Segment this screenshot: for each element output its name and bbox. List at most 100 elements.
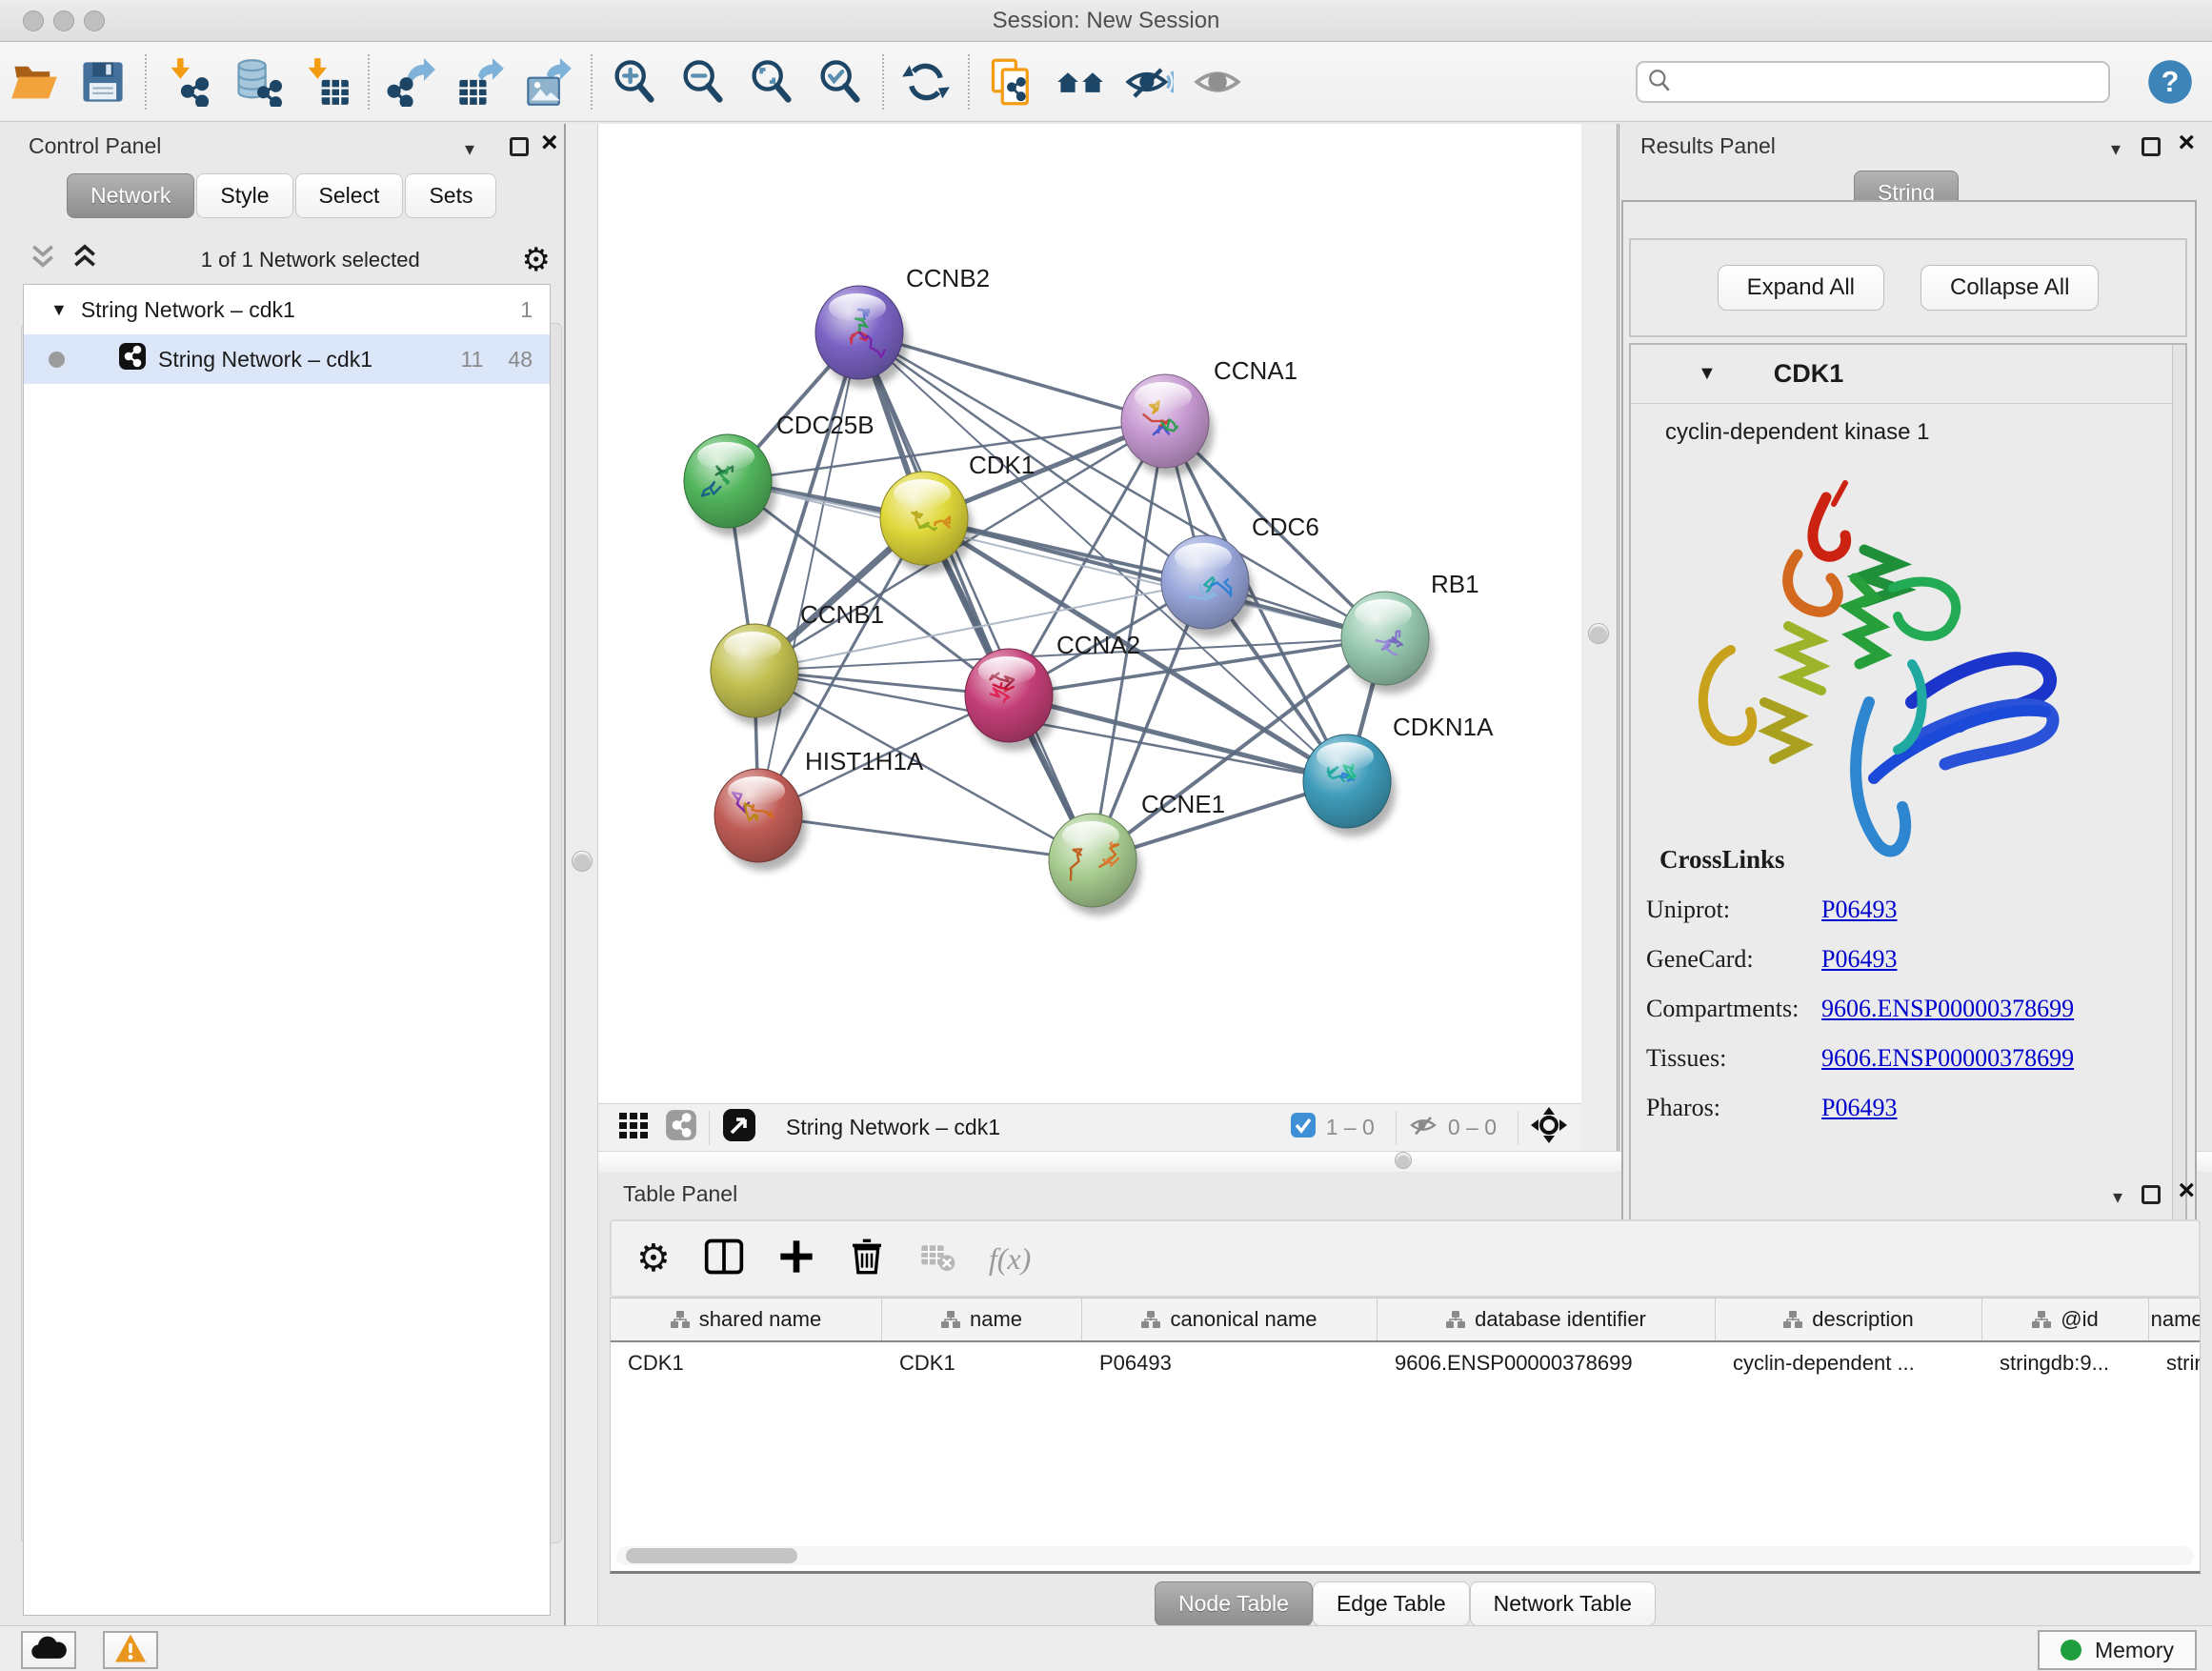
tab-sets[interactable]: Sets <box>405 173 496 218</box>
string-network-gray-icon[interactable] <box>665 1109 697 1147</box>
node-CDC25B[interactable] <box>684 434 776 536</box>
results-content: Expand All Collapse All ▼ CDK1 cyclin-de… <box>1621 200 2197 1277</box>
hidden-eye-slash-icon <box>1408 1110 1438 1146</box>
crosslink-label: Pharos: <box>1631 1094 1821 1122</box>
help-button[interactable]: ? <box>2145 57 2195 111</box>
edge-CCNB2-HIST1H1A[interactable] <box>758 332 859 815</box>
collapse-all-chevrons-icon[interactable] <box>70 242 99 279</box>
zoom-out-icon[interactable] <box>669 51 737 112</box>
crosslink-link[interactable]: P06493 <box>1821 896 1897 924</box>
export-image-icon[interactable] <box>514 51 583 112</box>
edge-CCNB2-CCNE1[interactable] <box>859 332 1093 860</box>
add-column-icon[interactable] <box>777 1238 815 1280</box>
left-splitter[interactable] <box>564 124 598 1625</box>
node-CCNE1[interactable] <box>1049 814 1141 916</box>
tab-network[interactable]: Network <box>67 173 194 218</box>
memory-button[interactable]: Memory <box>2038 1630 2197 1670</box>
grid-view-icon[interactable] <box>617 1109 650 1147</box>
pan-crosshair-icon[interactable] <box>1530 1106 1568 1150</box>
refresh-view-icon[interactable] <box>892 51 960 112</box>
collapse-panel-icon[interactable]: ▾ <box>465 137 474 161</box>
float-panel-icon[interactable] <box>2142 1185 2161 1204</box>
delete-column-trash-icon[interactable] <box>848 1238 886 1280</box>
node-CCNA1[interactable] <box>1121 374 1214 476</box>
import-network-database-icon[interactable] <box>223 51 292 112</box>
collapse-all-button[interactable]: Collapse All <box>1920 265 2099 311</box>
zoom-selected-icon[interactable] <box>806 51 875 112</box>
network-canvas[interactable]: CCNB2CCNA1CDC25BCDK1CDC6RB1CCNB1CCNA2CDK… <box>598 124 1581 1103</box>
open-file-icon[interactable] <box>0 51 69 112</box>
zoom-fit-content-icon[interactable] <box>737 51 806 112</box>
import-network-file-icon[interactable] <box>154 51 223 112</box>
crosslink-link[interactable]: 9606.ENSP00000378699 <box>1821 1044 2074 1073</box>
collapse-panel-icon[interactable]: ▾ <box>2111 137 2121 161</box>
tab-style[interactable]: Style <box>196 173 292 218</box>
hide-selected-eye-slash-icon[interactable] <box>1115 51 1183 112</box>
collection-label: String Network – cdk1 <box>81 297 520 323</box>
cloud-status-button[interactable] <box>21 1631 76 1669</box>
column-header-namespace[interactable]: namespace <box>2149 1299 2201 1340</box>
column-header-shared-name[interactable]: shared name <box>611 1299 882 1340</box>
results-scrollbar[interactable] <box>2172 345 2185 1259</box>
table-h-scrollbar[interactable] <box>616 1546 2194 1565</box>
gear-icon[interactable]: ⚙ <box>522 244 551 276</box>
warning-status-button[interactable] <box>103 1631 158 1669</box>
splitter-grip[interactable] <box>1395 1152 1412 1169</box>
node-label-HIST1H1A: HIST1H1A <box>805 747 924 775</box>
crosslink-link[interactable]: P06493 <box>1821 1094 1897 1122</box>
tab-edge-table[interactable]: Edge Table <box>1313 1581 1470 1626</box>
export-network-icon[interactable] <box>377 51 446 112</box>
show-all-eye-icon[interactable] <box>1183 51 1252 112</box>
tab-node-table[interactable]: Node Table <box>1155 1581 1313 1626</box>
zoom-in-icon[interactable] <box>600 51 669 112</box>
column-header-description[interactable]: description <box>1716 1299 1982 1340</box>
tab-network-table[interactable]: Network Table <box>1470 1581 1656 1626</box>
section-header[interactable]: ▼ CDK1 <box>1631 345 2185 404</box>
birds-eye-view-icon[interactable] <box>721 1107 757 1149</box>
home-icon[interactable] <box>1046 51 1115 112</box>
node-HIST1H1A[interactable] <box>714 769 807 871</box>
expanded-triangle-icon[interactable]: ▼ <box>1698 363 1717 385</box>
export-table-icon[interactable] <box>446 51 514 112</box>
selected-checkbox-icon[interactable] <box>1290 1112 1317 1144</box>
expanded-triangle-icon[interactable]: ▼ <box>50 300 68 320</box>
column-header-database-identifier[interactable]: database identifier <box>1377 1299 1716 1340</box>
splitter-grip[interactable] <box>1588 623 1609 644</box>
expand-all-chevrons-icon[interactable] <box>29 242 57 279</box>
network-row[interactable]: String Network – cdk1 11 48 <box>24 334 550 384</box>
close-panel-icon[interactable]: × <box>2178 1181 2195 1200</box>
close-panel-icon[interactable]: × <box>541 133 558 152</box>
scrollbar-thumb[interactable] <box>626 1548 797 1563</box>
tab-select[interactable]: Select <box>295 173 404 218</box>
close-panel-icon[interactable]: × <box>2178 133 2195 152</box>
copy-network-icon[interactable] <box>977 51 1046 112</box>
node-CDK1[interactable] <box>880 472 973 574</box>
column-header-canonical-name[interactable]: canonical name <box>1082 1299 1377 1340</box>
node-CCNB2[interactable] <box>815 286 908 388</box>
node-label-CCNE1: CCNE1 <box>1141 790 1225 818</box>
table-gear-icon[interactable]: ⚙ <box>636 1239 671 1278</box>
table-row[interactable]: CDK1CDK1P064939606.ENSP00000378699cyclin… <box>611 1342 2200 1384</box>
float-panel-icon[interactable] <box>2142 137 2161 156</box>
import-table-file-icon[interactable] <box>292 51 360 112</box>
float-panel-icon[interactable] <box>510 137 529 156</box>
save-session-icon[interactable] <box>69 51 137 112</box>
column-header-name[interactable]: name <box>882 1299 1082 1340</box>
edge-HIST1H1A-CCNE1[interactable] <box>758 815 1093 860</box>
right-splitter[interactable] <box>1581 124 1619 1172</box>
collapse-panel-icon[interactable]: ▾ <box>2113 1185 2122 1209</box>
gene-name: CDK1 <box>1774 359 1844 389</box>
crosslink-link[interactable]: 9606.ENSP00000378699 <box>1821 995 2074 1023</box>
node-RB1[interactable] <box>1341 592 1434 694</box>
crosslink-link[interactable]: P06493 <box>1821 945 1897 974</box>
search-box[interactable] <box>1636 61 2110 103</box>
search-input[interactable] <box>1681 70 2091 94</box>
table-cell: CDK1 <box>611 1351 882 1376</box>
network-collection-row[interactable]: ▼ String Network – cdk1 1 <box>24 285 550 334</box>
splitter-grip[interactable] <box>572 851 593 872</box>
show-columns-icon[interactable] <box>703 1236 745 1282</box>
expand-all-button[interactable]: Expand All <box>1718 265 1884 311</box>
column-header-@id[interactable]: @id <box>1982 1299 2149 1340</box>
node-CDKN1A[interactable] <box>1303 735 1396 836</box>
node-CCNA2[interactable] <box>965 649 1057 751</box>
